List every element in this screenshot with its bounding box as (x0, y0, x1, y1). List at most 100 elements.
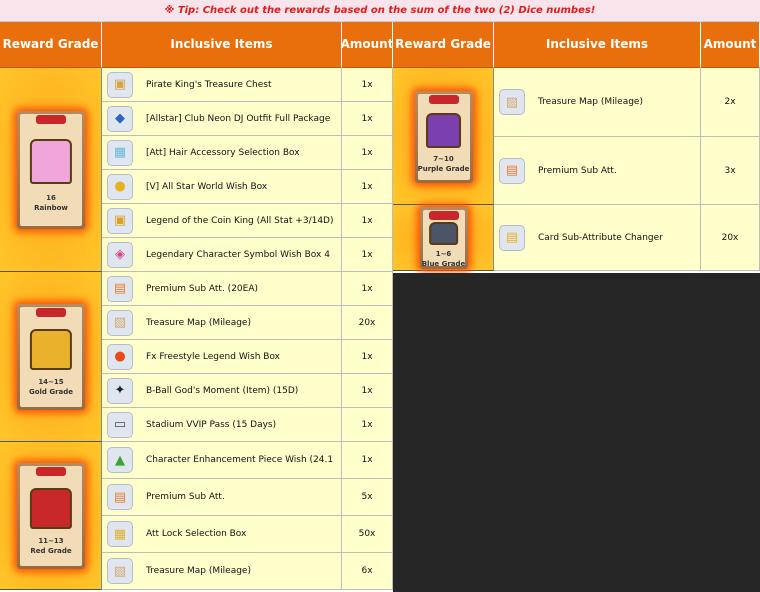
treasure-map-icon: ▧ (107, 558, 133, 584)
item-amount: 1x (342, 204, 393, 238)
selection-box-icon: ▦ (107, 139, 133, 166)
item-icon-cell: ◈ (102, 238, 138, 272)
treasure-map-icon: ▧ (107, 309, 133, 336)
item-name: [Allstar] Club Neon DJ Outfit Full Packa… (138, 102, 342, 136)
right-grade-1: 1~6 Blue Grade (393, 205, 494, 271)
item-name: Premium Sub Att. (530, 137, 701, 205)
item-amount: 1x (342, 408, 393, 442)
item-icon-cell: ▭ (102, 408, 138, 442)
item-icon-cell: ▣ (102, 68, 138, 102)
left-grade-0: 16 Rainbow (0, 68, 102, 272)
sub-att-card-icon: ▤ (107, 484, 133, 510)
item-amount: 1x (342, 374, 393, 408)
coin-chest-icon: ▣ (107, 207, 133, 234)
grade-name: Blue Grade (421, 260, 466, 269)
item-icon-cell: ● (102, 170, 138, 204)
item-icon-cell: ▦ (102, 516, 138, 553)
outfit-icon: ◆ (107, 105, 133, 132)
ribbon-icon (428, 94, 459, 104)
item-icon-cell: ▦ (102, 136, 138, 170)
empty-area (393, 273, 760, 592)
item-name: Character Enhancement Piece Wish (24.1 (138, 442, 342, 479)
item-amount: 1x (342, 136, 393, 170)
left-grade-2: 11~13 Red Grade (0, 442, 102, 590)
ribbon-icon (36, 115, 66, 124)
piece-wish-icon: ▲ (107, 447, 133, 473)
item-name: [V] All Star World Wish Box (138, 170, 342, 204)
item-name: Legendary Character Symbol Wish Box 4 (138, 238, 342, 272)
chest-icon (29, 329, 73, 370)
item-amount: 1x (342, 102, 393, 136)
right-header-items: Inclusive Items (494, 22, 701, 68)
left-header-grade: Reward Grade (0, 22, 102, 68)
item-amount: 1x (342, 442, 393, 479)
item-amount: 1x (342, 272, 393, 306)
symbol-box-icon: ◈ (107, 241, 133, 268)
item-icon-cell: ● (102, 340, 138, 374)
ribbon-icon (36, 308, 66, 317)
item-amount: 1x (342, 170, 393, 204)
card-changer-icon: ▤ (499, 224, 525, 251)
item-name: Premium Sub Att. (20EA) (138, 272, 342, 306)
item-name: Fx Freestyle Legend Wish Box (138, 340, 342, 374)
right-header-grade: Reward Grade (393, 22, 494, 68)
item-name: Card Sub-Attribute Changer (530, 205, 701, 271)
right-header-amount: Amount (701, 22, 760, 68)
item-name: Legend of the Coin King (All Stat +3/14D… (138, 204, 342, 238)
item-icon-cell: ✦ (102, 374, 138, 408)
item-icon-cell: ▤ (102, 479, 138, 516)
chest-icon (428, 221, 459, 246)
item-amount: 1x (342, 238, 393, 272)
sub-att-card-icon: ▤ (107, 275, 133, 302)
grade-range: 7~10 (433, 154, 454, 163)
wish-box-icon: ● (107, 173, 133, 200)
item-amount: 2x (701, 68, 760, 137)
grade-name: Gold Grade (28, 388, 74, 397)
ribbon-icon (36, 467, 66, 476)
grade-card: 11~13 Red Grade (17, 463, 85, 569)
item-icon-cell: ▧ (494, 68, 530, 137)
left-grade-1: 14~15 Gold Grade (0, 272, 102, 442)
item-amount: 50x (342, 516, 393, 553)
tip-banner: ※ Tip: Check out the rewards based on th… (0, 0, 760, 22)
item-icon-cell: ▤ (494, 137, 530, 205)
item-name: [Att] Hair Accessory Selection Box (138, 136, 342, 170)
grade-name: Red Grade (30, 547, 72, 556)
item-name: Att Lock Selection Box (138, 516, 342, 553)
grade-name: Rainbow (34, 203, 68, 212)
item-icon-cell: ▤ (494, 205, 530, 271)
sub-att-card-icon: ▤ (499, 157, 525, 184)
chest-icon (29, 488, 73, 529)
item-name: Treasure Map (Mileage) (530, 68, 701, 137)
treasure-chest-icon: ▣ (107, 71, 133, 98)
grade-card: 7~10 Purple Grade (414, 90, 473, 183)
item-name: B-Ball God's Moment (Item) (15D) (138, 374, 342, 408)
item-amount: 5x (342, 479, 393, 516)
vip-pass-icon: ▭ (107, 411, 133, 438)
item-icon-cell: ▲ (102, 442, 138, 479)
grade-range: 11~13 (38, 537, 64, 546)
basketball-icon: ✦ (107, 377, 133, 404)
treasure-map-icon: ▧ (499, 89, 525, 115)
item-name: Pirate King's Treasure Chest (138, 68, 342, 102)
item-amount: 1x (342, 68, 393, 102)
left-header-items: Inclusive Items (102, 22, 342, 68)
grade-card: 16 Rainbow (17, 111, 85, 229)
item-amount: 1x (342, 340, 393, 374)
item-icon-cell: ◆ (102, 102, 138, 136)
item-amount: 3x (701, 137, 760, 205)
grade-name: Purple Grade (417, 164, 470, 173)
reward-table-page: ※ Tip: Check out the rewards based on th… (0, 0, 760, 592)
ribbon-icon (428, 211, 459, 220)
item-icon-cell: ▣ (102, 204, 138, 238)
item-amount: 6x (342, 553, 393, 590)
grade-range: 14~15 (38, 378, 64, 387)
right-grade-0: 7~10 Purple Grade (393, 68, 494, 205)
item-name: Premium Sub Att. (138, 479, 342, 516)
chest-icon (29, 139, 73, 185)
item-amount: 20x (701, 205, 760, 271)
item-name: Treasure Map (Mileage) (138, 553, 342, 590)
item-icon-cell: ▧ (102, 306, 138, 340)
selection-box-icon: ▦ (107, 521, 133, 547)
wish-box-icon: ● (107, 343, 133, 370)
